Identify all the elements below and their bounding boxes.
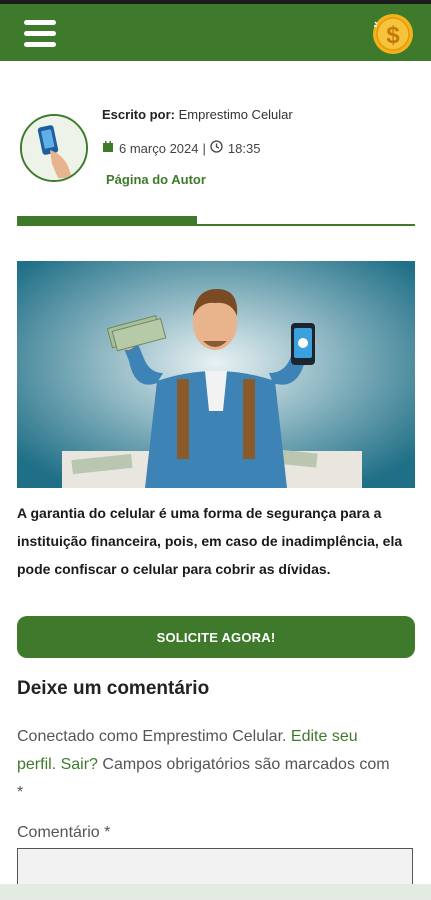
calendar-icon <box>102 140 114 156</box>
section-divider-accent <box>17 216 197 224</box>
author-name: Emprestimo Celular <box>178 107 293 122</box>
solicite-agora-button[interactable]: SOLICITE AGORA! <box>17 616 415 658</box>
hero-image <box>17 261 415 488</box>
logged-in-note: Conectado como Emprestimo Celular. Edite… <box>17 723 397 807</box>
hamburger-menu-icon[interactable] <box>24 20 56 47</box>
section-divider <box>17 224 415 226</box>
written-by-label: Escrito por: <box>102 107 175 122</box>
dollar-coin-icon[interactable]: $ <box>371 12 415 61</box>
post-date: 6 março 2024 <box>119 140 199 156</box>
meta-separator: | <box>202 140 206 156</box>
article-body: A garantia do celular é uma forma de seg… <box>17 505 403 577</box>
post-time: 18:35 <box>227 140 261 156</box>
author-line: Escrito por: Emprestimo Celular <box>102 107 293 122</box>
logged-in-prefix: Conectado como Emprestimo Celular. <box>17 728 287 745</box>
comment-label: Comentário * <box>17 824 111 841</box>
app-header: $ <box>0 4 431 61</box>
comment-section-title: Deixe um comentário <box>17 678 210 699</box>
svg-text:$: $ <box>386 22 400 49</box>
author-block: Escrito por: Emprestimo Celular 6 março … <box>20 104 420 194</box>
author-page-link[interactable]: Página do Autor <box>106 172 206 187</box>
clock-icon <box>210 140 223 156</box>
logout-link[interactable]: Sair? <box>61 756 98 773</box>
post-meta: 6 março 2024 | 18:35 <box>102 140 260 156</box>
bottom-bar <box>0 884 431 900</box>
author-avatar[interactable] <box>20 114 88 182</box>
